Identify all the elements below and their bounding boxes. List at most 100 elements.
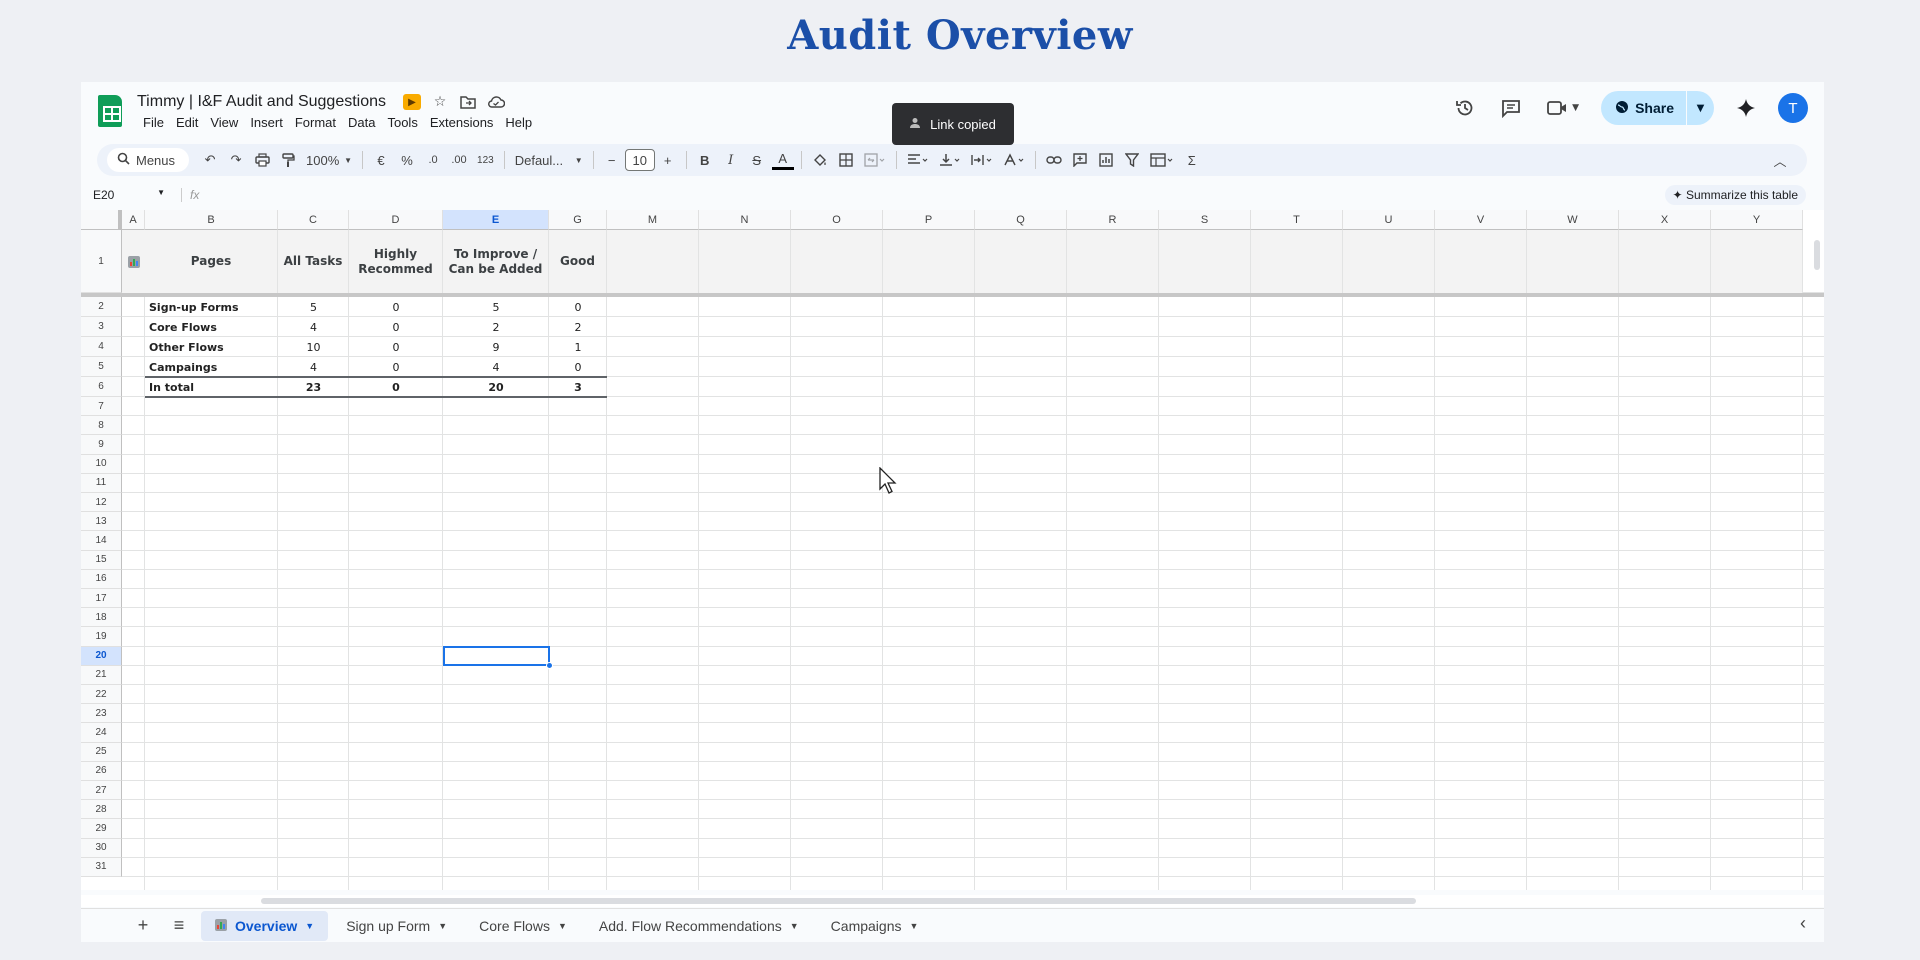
sheet-tab[interactable]: Overview ▼ [201, 910, 329, 941]
column-header[interactable]: C [278, 210, 349, 230]
collapse-tabs-icon[interactable]: ‹ [1800, 913, 1806, 934]
column-header[interactable]: D [349, 210, 443, 230]
star-icon[interactable]: ☆ [431, 93, 449, 111]
print-icon[interactable] [251, 148, 273, 172]
currency-format-button[interactable]: € [370, 148, 392, 172]
bold-button[interactable]: B [694, 148, 716, 172]
column-header[interactable]: G [549, 210, 607, 230]
row-header[interactable]: 30 [81, 838, 122, 858]
comments-icon[interactable] [1497, 94, 1525, 122]
row-header[interactable]: 4 [81, 337, 122, 357]
sheet-tab[interactable]: Add. Flow Recommendations ▼ [585, 911, 813, 941]
table-cell[interactable]: 3 [549, 377, 607, 397]
menu-file[interactable]: File [137, 115, 170, 130]
row-header[interactable]: 14 [81, 531, 122, 551]
selected-cell[interactable] [443, 645, 550, 666]
row-header[interactable]: 28 [81, 800, 122, 820]
row-header[interactable]: 24 [81, 723, 122, 743]
table-cell[interactable]: 4 [278, 317, 349, 337]
header-row-cell[interactable] [1251, 230, 1342, 293]
table-header-cell[interactable]: Good [549, 230, 606, 293]
row-header[interactable]: 12 [81, 493, 122, 513]
percent-format-button[interactable]: % [396, 148, 418, 172]
column-header[interactable]: M [607, 210, 699, 230]
sheet-tab[interactable]: Campaigns ▼ [817, 911, 933, 941]
table-cell[interactable]: 23 [278, 377, 349, 397]
row-header[interactable]: 9 [81, 435, 122, 455]
insert-comment-icon[interactable] [1069, 148, 1091, 172]
row-header[interactable]: 23 [81, 704, 122, 724]
table-cell[interactable]: 20 [443, 377, 549, 397]
table-cell[interactable]: 1 [549, 337, 607, 357]
row-header[interactable]: 21 [81, 665, 122, 685]
italic-button[interactable]: I [720, 148, 742, 172]
menu-view[interactable]: View [204, 115, 244, 130]
increase-decimal-button[interactable]: .00 [448, 148, 470, 172]
column-header[interactable]: E [443, 210, 549, 230]
share-button[interactable]: Share [1601, 91, 1686, 125]
table-cell[interactable]: 2 [443, 317, 549, 337]
increase-font-size-button[interactable]: + [657, 148, 679, 172]
table-cell[interactable]: In total [149, 377, 278, 397]
all-sheets-icon[interactable]: ≡ [161, 912, 197, 940]
chevron-down-icon[interactable]: ▼ [910, 921, 919, 931]
menu-format[interactable]: Format [289, 115, 342, 130]
row-header[interactable]: 1 [81, 230, 122, 293]
table-cell[interactable]: 5 [443, 297, 549, 317]
column-header[interactable]: W [1527, 210, 1619, 230]
row-header[interactable]: 13 [81, 512, 122, 532]
table-header-cell[interactable]: To Improve / Can be Added [443, 230, 548, 293]
number-format-button[interactable]: 123 [474, 148, 497, 172]
sheets-logo-icon[interactable] [98, 95, 122, 127]
column-header[interactable]: P [883, 210, 975, 230]
menu-data[interactable]: Data [342, 115, 381, 130]
table-header-cell[interactable]: Pages [145, 230, 277, 293]
insert-link-icon[interactable] [1043, 148, 1065, 172]
font-select[interactable]: Defaul... ▼ [512, 148, 586, 172]
row-header[interactable]: 5 [81, 357, 122, 377]
sheet-tab[interactable]: Core Flows ▼ [465, 911, 581, 941]
row-header[interactable]: 11 [81, 473, 122, 493]
horizontal-align-icon[interactable] [904, 148, 932, 172]
table-cell[interactable]: Other Flows [149, 337, 278, 357]
table-cell[interactable]: Core Flows [149, 317, 278, 337]
header-row-cell[interactable] [791, 230, 882, 293]
menus-search[interactable]: Menus [107, 148, 190, 172]
text-rotation-icon[interactable] [1000, 148, 1028, 172]
chevron-down-icon[interactable]: ▼ [438, 921, 447, 931]
header-row-cell[interactable] [699, 230, 790, 293]
column-header[interactable]: Q [975, 210, 1067, 230]
row-header[interactable]: 8 [81, 416, 122, 436]
chevron-down-icon[interactable]: ▼ [305, 921, 314, 931]
column-header[interactable]: Y [1711, 210, 1803, 230]
add-sheet-icon[interactable]: + [125, 912, 161, 940]
borders-icon[interactable] [835, 148, 857, 172]
header-row-cell[interactable] [1159, 230, 1250, 293]
fill-handle[interactable] [546, 661, 553, 669]
avatar[interactable]: T [1778, 93, 1808, 123]
column-header[interactable]: X [1619, 210, 1711, 230]
row-header[interactable]: 16 [81, 569, 122, 589]
table-cell[interactable]: 9 [443, 337, 549, 357]
row-header[interactable]: 15 [81, 550, 122, 570]
row-header[interactable]: 25 [81, 742, 122, 762]
column-header[interactable]: S [1159, 210, 1251, 230]
menu-help[interactable]: Help [499, 115, 538, 130]
text-color-button[interactable]: A [771, 150, 794, 170]
decrease-decimal-button[interactable]: .0 [422, 148, 444, 172]
column-header[interactable]: R [1067, 210, 1159, 230]
table-header-cell[interactable]: All Tasks [278, 230, 348, 293]
header-row-cell[interactable] [1343, 230, 1434, 293]
name-box[interactable]: E20 ▼ [81, 188, 171, 202]
row-header[interactable]: 20 [81, 646, 122, 666]
table-cell[interactable]: Campaings [149, 357, 278, 377]
header-row-cell[interactable] [607, 230, 698, 293]
font-size-input[interactable]: 10 [624, 149, 655, 171]
column-header[interactable]: N [699, 210, 791, 230]
column-header[interactable]: T [1251, 210, 1343, 230]
slides-badge-icon[interactable]: ▶ [403, 94, 421, 110]
filter-icon[interactable] [1121, 148, 1143, 172]
row-header[interactable]: 19 [81, 627, 122, 647]
undo-icon[interactable]: ↶ [199, 148, 221, 172]
menu-tools[interactable]: Tools [381, 115, 423, 130]
